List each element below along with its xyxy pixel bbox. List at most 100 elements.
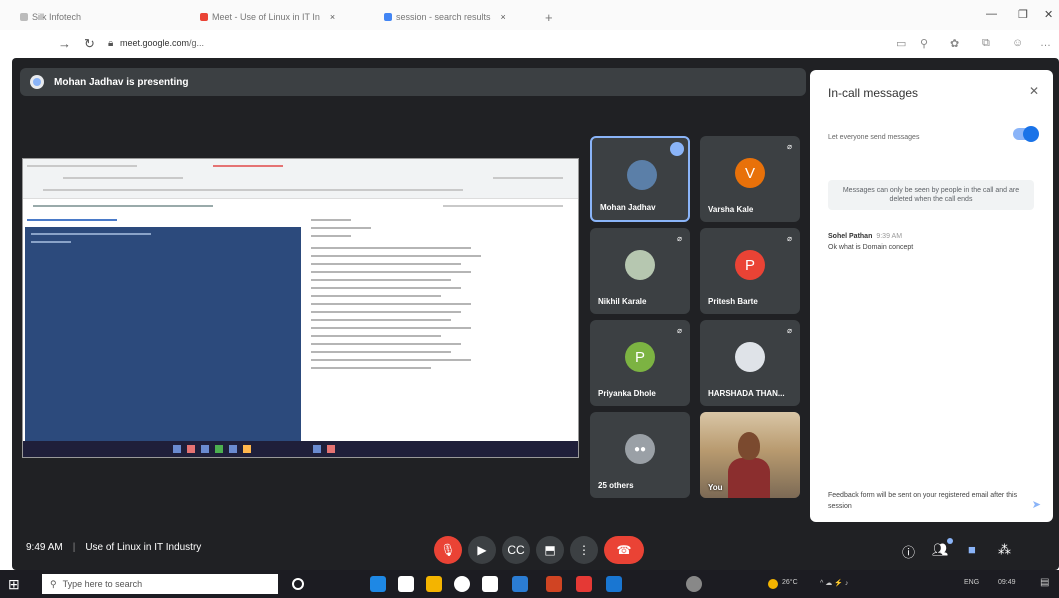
mic-off-icon: ⌀: [677, 326, 682, 335]
file-explorer-icon[interactable]: [426, 576, 442, 592]
participant-avatar: [625, 250, 655, 280]
url-path: /g...: [189, 38, 205, 48]
browser-tab-bar: Silk Infotech Meet - Use of Linux in IT …: [0, 0, 1059, 30]
doc-line: [311, 255, 481, 257]
app-icon[interactable]: [606, 576, 622, 592]
info-icon[interactable]: ⓘ: [902, 542, 915, 561]
shared-heading-line: [443, 205, 563, 207]
self-video-tile[interactable]: You: [700, 412, 800, 498]
self-video: You: [700, 412, 800, 498]
notification-icon[interactable]: ▤: [1040, 577, 1049, 588]
mic-off-icon: ⌀: [787, 142, 792, 151]
tab-favicon-icon: [20, 13, 28, 21]
shared-tab-line: [27, 165, 137, 167]
doc-line: [311, 359, 471, 361]
shared-taskbar: [23, 441, 578, 457]
participant-tile[interactable]: ⌀ V Varsha Kale: [700, 136, 800, 222]
participant-tile-others[interactable]: ●● 25 others: [590, 412, 690, 498]
minimize-icon[interactable]: —: [986, 8, 997, 20]
shared-taskbar-icon: [201, 445, 209, 453]
captions-button[interactable]: CC: [502, 536, 530, 564]
mic-off-button[interactable]: 🎙︎: [434, 536, 462, 564]
chrome-icon[interactable]: [454, 576, 470, 592]
participant-tile[interactable]: ⌀ P Pritesh Barte: [700, 228, 800, 314]
meet-favicon-icon: [200, 13, 208, 21]
send-icon[interactable]: ➤: [1032, 498, 1041, 511]
chat-input[interactable]: Feedback form will be sent on your regis…: [828, 490, 1018, 512]
present-button[interactable]: ⬒: [536, 536, 564, 564]
camera-icon: ▶: [477, 543, 487, 557]
taskbar-search-box[interactable]: ⚲ Type here to search: [42, 574, 278, 594]
shared-heading-line: [33, 205, 213, 207]
participant-tile[interactable]: ⌀ P Priyanka Dhole: [590, 320, 690, 406]
tab-label: Silk Infotech: [32, 12, 82, 22]
shared-bookmark-line: [43, 189, 463, 191]
search-placeholder: Type here to search: [62, 579, 143, 589]
shared-taskbar-icon: [229, 445, 237, 453]
chat-notice: Messages can only be seen by people in t…: [828, 180, 1034, 210]
doc-line: [311, 311, 461, 313]
window-close-icon[interactable]: ✕: [1044, 8, 1053, 21]
participant-name: HARSHADA THAN...: [708, 389, 785, 398]
people-icon[interactable]: 👥︎: [932, 538, 952, 558]
edge-icon[interactable]: [512, 576, 528, 592]
participant-name: Priyanka Dhole: [598, 389, 656, 398]
divider: |: [72, 542, 76, 553]
language-indicator[interactable]: ENG: [964, 579, 979, 586]
extensions-icon[interactable]: ✿: [950, 37, 959, 50]
weather-icon: [768, 579, 778, 589]
close-icon[interactable]: ✕: [1029, 84, 1039, 98]
maximize-icon[interactable]: ❐: [1018, 8, 1028, 21]
office-icon[interactable]: [546, 576, 562, 592]
new-tab-button[interactable]: +: [545, 8, 565, 26]
captions-icon: CC: [507, 543, 525, 557]
chat-icon[interactable]: ■: [968, 542, 976, 557]
reload-icon[interactable]: ↻: [84, 36, 95, 52]
activities-icon[interactable]: ⁂: [998, 542, 1011, 558]
clock[interactable]: 09:49: [998, 579, 1016, 586]
shared-url-line: [63, 177, 183, 179]
send-messages-toggle[interactable]: [1013, 126, 1039, 142]
app-icon[interactable]: [398, 576, 414, 592]
shared-url-line: [493, 177, 563, 179]
app-icon[interactable]: [576, 576, 592, 592]
doc-line: [311, 327, 471, 329]
sender-name: Sohel Pathan: [828, 233, 873, 240]
windows-start-icon[interactable]: ⊞: [8, 576, 20, 593]
url-field[interactable]: meet.google.com/g...: [120, 38, 204, 48]
participant-name: Pritesh Barte: [708, 297, 758, 306]
panel-title: In-call messages: [828, 86, 919, 100]
doc-line: [311, 279, 451, 281]
browser-tab-meet[interactable]: Meet - Use of Linux in IT In ×: [200, 8, 360, 26]
more-options-button[interactable]: ⋮: [570, 536, 598, 564]
system-tray-icons[interactable]: ^ ☁ ⚡ ♪: [820, 579, 848, 587]
browser-tab-silk[interactable]: Silk Infotech: [20, 8, 170, 26]
doc-line: [311, 295, 441, 297]
participant-tile[interactable]: Mohan Jadhav: [590, 136, 690, 222]
cortana-icon[interactable]: [292, 578, 304, 590]
back-arrow-icon[interactable]: →: [58, 36, 71, 51]
more-menu-icon[interactable]: …: [1040, 37, 1051, 49]
participant-tile[interactable]: ⌀ Nikhil Karale: [590, 228, 690, 314]
cast-icon[interactable]: ▭: [896, 37, 906, 50]
participant-name: Nikhil Karale: [598, 297, 647, 306]
browser-tab-search[interactable]: session - search results ×: [384, 8, 534, 26]
tab-close-icon[interactable]: ×: [330, 12, 335, 22]
meeting-time: 9:49 AM: [26, 542, 63, 553]
zoom-icon[interactable]: ⚲: [920, 37, 928, 50]
collections-icon[interactable]: ⧉: [982, 37, 990, 50]
participant-avatar: [735, 342, 765, 372]
message-sender: Sohel Pathan 9:39 AM: [828, 233, 902, 240]
leave-call-button[interactable]: ☎: [604, 536, 644, 564]
tab-close-icon[interactable]: ×: [501, 12, 506, 22]
doc-line: [311, 235, 351, 237]
app-icon[interactable]: [686, 576, 702, 592]
camera-button[interactable]: ▶: [468, 536, 496, 564]
pin-icon[interactable]: [670, 142, 684, 156]
app-icon[interactable]: [370, 576, 386, 592]
doc-line: [311, 367, 431, 369]
shared-taskbar-icon: [173, 445, 181, 453]
participant-tile[interactable]: ⌀ HARSHADA THAN...: [700, 320, 800, 406]
profile-icon[interactable]: ☺: [1012, 37, 1023, 49]
store-icon[interactable]: [482, 576, 498, 592]
